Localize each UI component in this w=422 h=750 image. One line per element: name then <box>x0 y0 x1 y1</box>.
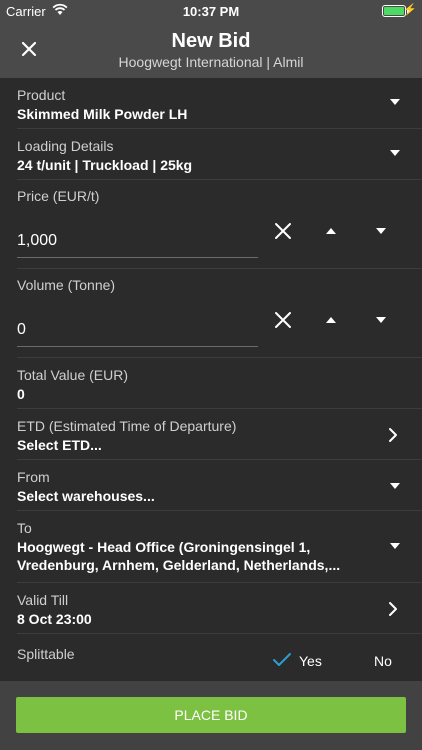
arrow-up-icon[interactable] <box>326 228 336 234</box>
page-subtitle: Hoogwegt International | Almil <box>118 54 304 70</box>
price-input[interactable] <box>17 224 258 258</box>
price-label: Price (EUR/t) <box>17 188 100 204</box>
status-bar: Carrier 10:37 PM ⚡ <box>0 0 422 22</box>
valid-till-label: Valid Till <box>17 592 69 608</box>
product-value: Skimmed Milk Powder LH <box>17 106 188 122</box>
arrow-up-icon[interactable] <box>326 317 336 323</box>
place-bid-button[interactable]: PLACE BID <box>16 697 406 733</box>
bottom-action-bar: PLACE BID <box>0 681 422 750</box>
loading-details-label: Loading Details <box>17 138 114 154</box>
from-row[interactable]: From Select warehouses... <box>17 460 422 511</box>
arrow-down-icon[interactable] <box>376 228 386 234</box>
etd-row[interactable]: ETD (Estimated Time of Departure) Select… <box>17 409 422 460</box>
loading-details-row[interactable]: Loading Details 24 t/unit | Truckload | … <box>17 129 422 180</box>
price-row: Price (EUR/t) <box>17 180 422 269</box>
chevron-down-icon[interactable] <box>390 99 400 105</box>
chevron-right-icon[interactable] <box>386 601 400 617</box>
splittable-label: Splittable <box>17 646 75 662</box>
splittable-yes-option[interactable]: Yes <box>299 653 322 669</box>
splittable-no-option[interactable]: No <box>374 653 392 669</box>
clear-icon[interactable] <box>273 221 293 241</box>
etd-value: Select ETD... <box>17 437 102 453</box>
chevron-right-icon[interactable] <box>386 427 400 443</box>
from-value: Select warehouses... <box>17 488 155 504</box>
total-value: 0 <box>17 386 25 402</box>
volume-label: Volume (Tonne) <box>17 277 116 293</box>
from-label: From <box>17 469 50 485</box>
etd-label: ETD (Estimated Time of Departure) <box>17 418 237 434</box>
splittable-row: Splittable Yes No <box>17 634 422 686</box>
product-row[interactable]: Product Skimmed Milk Powder LH <box>17 78 422 129</box>
to-value: Hoogwegt - Head Office (Groningensingel … <box>17 539 341 573</box>
to-row[interactable]: To Hoogwegt - Head Office (Groningensing… <box>17 511 422 583</box>
valid-till-value: 8 Oct 23:00 <box>17 611 92 627</box>
chevron-down-icon[interactable] <box>390 543 400 549</box>
loading-details-value: 24 t/unit | Truckload | 25kg <box>17 157 193 173</box>
volume-input[interactable] <box>17 313 258 347</box>
valid-till-row[interactable]: Valid Till 8 Oct 23:00 <box>17 583 422 634</box>
charging-icon: ⚡ <box>403 4 417 16</box>
to-label: To <box>17 520 32 536</box>
checkmark-icon <box>273 653 291 666</box>
clear-icon[interactable] <box>273 310 293 330</box>
chevron-down-icon[interactable] <box>390 483 400 489</box>
arrow-down-icon[interactable] <box>376 317 386 323</box>
product-label: Product <box>17 87 66 103</box>
status-time: 10:37 PM <box>182 4 240 19</box>
page-title: New Bid <box>171 30 251 52</box>
total-value-row: Total Value (EUR) 0 <box>17 358 422 409</box>
bid-form: Product Skimmed Milk Powder LH Loading D… <box>0 78 422 686</box>
total-value-label: Total Value (EUR) <box>17 367 129 383</box>
navigation-bar: New Bid Hoogwegt International | Almil <box>0 22 422 78</box>
chevron-down-icon[interactable] <box>390 150 400 156</box>
volume-row: Volume (Tonne) <box>17 269 422 358</box>
